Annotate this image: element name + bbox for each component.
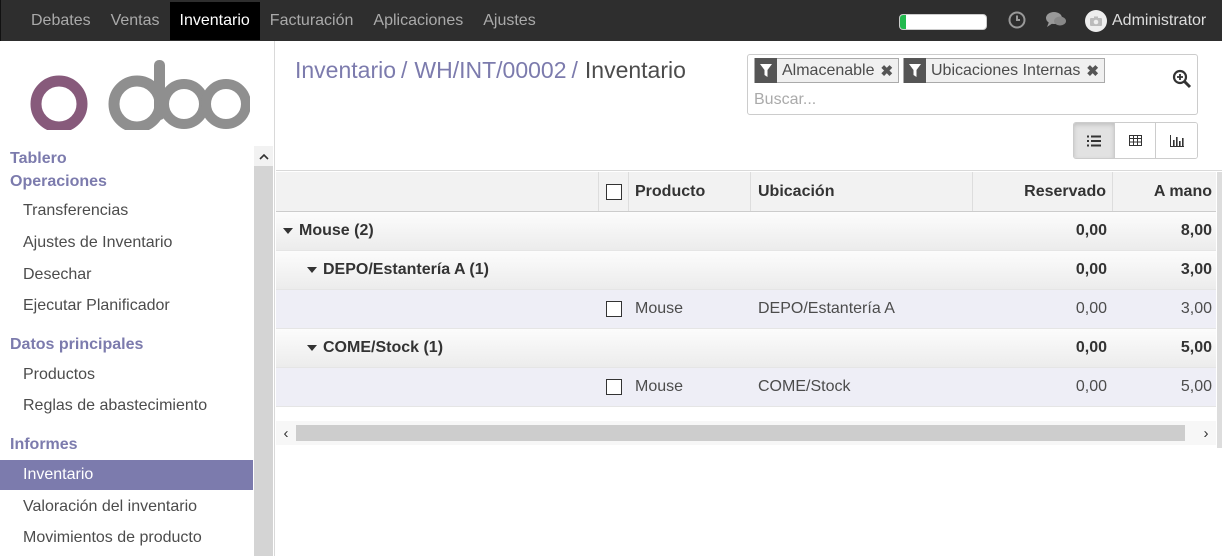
breadcrumb: Inventario / WH/INT/00002 / Inventario xyxy=(295,57,686,84)
loading-progress-bar xyxy=(899,14,987,30)
a-mano-value: 3,00 xyxy=(1180,300,1212,317)
sidebar-item-ajustes-inventario[interactable]: Ajustes de Inventario xyxy=(0,228,253,258)
breadcrumb-current: Inventario xyxy=(584,57,686,83)
search-facet-almacenable: Almacenable ✖ xyxy=(754,58,900,83)
caret-down-icon xyxy=(307,345,317,351)
column-header-ubicacion[interactable]: Ubicación xyxy=(758,172,834,211)
column-header-producto[interactable]: Producto xyxy=(635,172,705,211)
menu-facturacion[interactable]: Facturación xyxy=(260,2,364,40)
reservado-value: 0,00 xyxy=(1075,300,1107,317)
caret-down-icon xyxy=(283,228,293,234)
a-mano-value: 3,00 xyxy=(1180,261,1212,278)
filter-icon xyxy=(755,58,777,83)
a-mano-value: 5,00 xyxy=(1180,378,1212,395)
sidebar-scroll-up-button[interactable] xyxy=(254,146,273,166)
remove-facet-icon[interactable]: ✖ xyxy=(881,62,894,80)
search-icon[interactable] xyxy=(1172,69,1192,89)
menu-aplicaciones[interactable]: Aplicaciones xyxy=(363,2,473,40)
odoo-logo xyxy=(30,60,250,130)
facet-label: Almacenable xyxy=(782,61,875,79)
sidebar-item-valoracion-inventario[interactable]: Valoración del inventario xyxy=(0,492,253,522)
breadcrumb-inventario[interactable]: Inventario xyxy=(295,57,396,84)
sidebar-item-inventario[interactable]: Inventario xyxy=(0,460,253,490)
clock-icon[interactable] xyxy=(1008,11,1026,29)
group-label: DEPO/Estantería A (1) xyxy=(323,261,489,278)
group-label: COME/Stock (1) xyxy=(323,339,444,356)
sidebar-item-ejecutar-planificador[interactable]: Ejecutar Planificador xyxy=(0,291,253,321)
top-navbar: Debates Ventas Inventario Facturación Ap… xyxy=(0,0,1222,41)
a-mano-value: 5,00 xyxy=(1180,339,1212,356)
menu-inventario[interactable]: Inventario xyxy=(169,2,260,40)
sidebar-section-operaciones: Operaciones xyxy=(10,173,107,190)
list-view-button[interactable] xyxy=(1074,123,1115,158)
horizontal-scrollbar[interactable]: ‹ › xyxy=(276,421,1216,445)
inventory-table: Producto Ubicación Reservado A mano Mous… xyxy=(276,172,1216,407)
search-box: Almacenable ✖ Ubicaciones Internas ✖ xyxy=(747,54,1198,115)
graph-view-button[interactable] xyxy=(1156,123,1197,158)
sidebar-item-desechar[interactable]: Desechar xyxy=(0,260,253,290)
app-menu: Debates Ventas Inventario Facturación Ap… xyxy=(1,0,546,41)
group-row[interactable]: DEPO/Estantería A (1) 0,00 3,00 xyxy=(276,251,1216,290)
sidebar: Tablero Operaciones Transferencias Ajust… xyxy=(0,41,275,556)
breadcrumb-separator: / xyxy=(571,57,578,83)
sidebar-section-datos-principales: Datos principales xyxy=(10,336,144,353)
producto-value: Mouse xyxy=(635,300,684,317)
ubicacion-value: COME/Stock xyxy=(758,378,851,395)
sidebar-item-reglas-abastecimiento[interactable]: Reglas de abastecimiento xyxy=(0,391,253,421)
group-row[interactable]: Mouse (2) 0,00 8,00 xyxy=(276,212,1216,251)
search-facet-ubicaciones-internas: Ubicaciones Internas ✖ xyxy=(903,58,1105,83)
reservado-value: 0,00 xyxy=(1075,339,1107,356)
ubicacion-value: DEPO/Estantería A xyxy=(758,300,895,317)
scroll-left-icon[interactable]: ‹ xyxy=(278,424,294,442)
breadcrumb-separator: / xyxy=(401,57,408,83)
sidebar-scrollbar[interactable] xyxy=(254,146,273,556)
bar-chart-icon xyxy=(1169,134,1184,147)
caret-down-icon xyxy=(307,267,317,273)
table-icon xyxy=(1128,135,1142,146)
table-row[interactable]: Mouse DEPO/Estantería A 0,00 3,00 xyxy=(276,290,1216,329)
sidebar-section-informes: Informes xyxy=(10,436,78,453)
column-header-a-mano[interactable]: A mano xyxy=(1116,172,1212,211)
group-row[interactable]: COME/Stock (1) 0,00 5,00 xyxy=(276,329,1216,368)
main-content: Inventario / WH/INT/00002 / Inventario A… xyxy=(276,41,1222,556)
avatar xyxy=(1085,10,1107,32)
sidebar-item-transferencias[interactable]: Transferencias xyxy=(0,196,253,226)
menu-ajustes[interactable]: Ajustes xyxy=(473,2,545,40)
sidebar-item-movimientos-producto[interactable]: Movimientos de producto xyxy=(0,523,253,553)
search-input[interactable] xyxy=(754,89,1154,111)
table-vertical-scrollbar[interactable] xyxy=(1217,172,1222,448)
row-checkbox[interactable] xyxy=(606,379,622,395)
pivot-view-button[interactable] xyxy=(1115,123,1156,158)
scrollbar-thumb[interactable] xyxy=(296,425,1185,441)
remove-facet-icon[interactable]: ✖ xyxy=(1086,62,1099,80)
select-all-checkbox[interactable] xyxy=(606,183,622,200)
user-name: Administrator xyxy=(1112,12,1207,29)
control-panel: Inventario / WH/INT/00002 / Inventario A… xyxy=(276,41,1222,171)
table-row[interactable]: Mouse COME/Stock 0,00 5,00 xyxy=(276,368,1216,407)
sidebar-item-productos[interactable]: Productos xyxy=(0,360,253,390)
group-label: Mouse (2) xyxy=(299,222,374,239)
menu-ventas[interactable]: Ventas xyxy=(101,2,170,40)
scroll-right-icon[interactable]: › xyxy=(1198,424,1214,442)
reservado-value: 0,00 xyxy=(1075,222,1107,239)
filter-icon xyxy=(904,58,926,83)
view-switcher xyxy=(1073,122,1198,159)
producto-value: Mouse xyxy=(635,378,684,395)
breadcrumb-transfer[interactable]: WH/INT/00002 xyxy=(414,57,566,84)
menu-debates[interactable]: Debates xyxy=(1,2,101,40)
table-header: Producto Ubicación Reservado A mano xyxy=(276,172,1216,212)
sidebar-section-tablero[interactable]: Tablero xyxy=(10,150,67,168)
user-menu[interactable]: Administrator xyxy=(1085,10,1206,32)
camera-icon xyxy=(1090,16,1102,26)
row-checkbox[interactable] xyxy=(606,301,622,317)
facet-label: Ubicaciones Internas xyxy=(931,61,1081,79)
a-mano-value: 8,00 xyxy=(1180,222,1212,239)
chevron-up-icon xyxy=(258,153,269,160)
chat-icon[interactable] xyxy=(1045,11,1067,29)
column-header-reservado[interactable]: Reservado xyxy=(976,172,1106,211)
reservado-value: 0,00 xyxy=(1075,378,1107,395)
list-icon xyxy=(1087,135,1101,146)
reservado-value: 0,00 xyxy=(1075,261,1107,278)
